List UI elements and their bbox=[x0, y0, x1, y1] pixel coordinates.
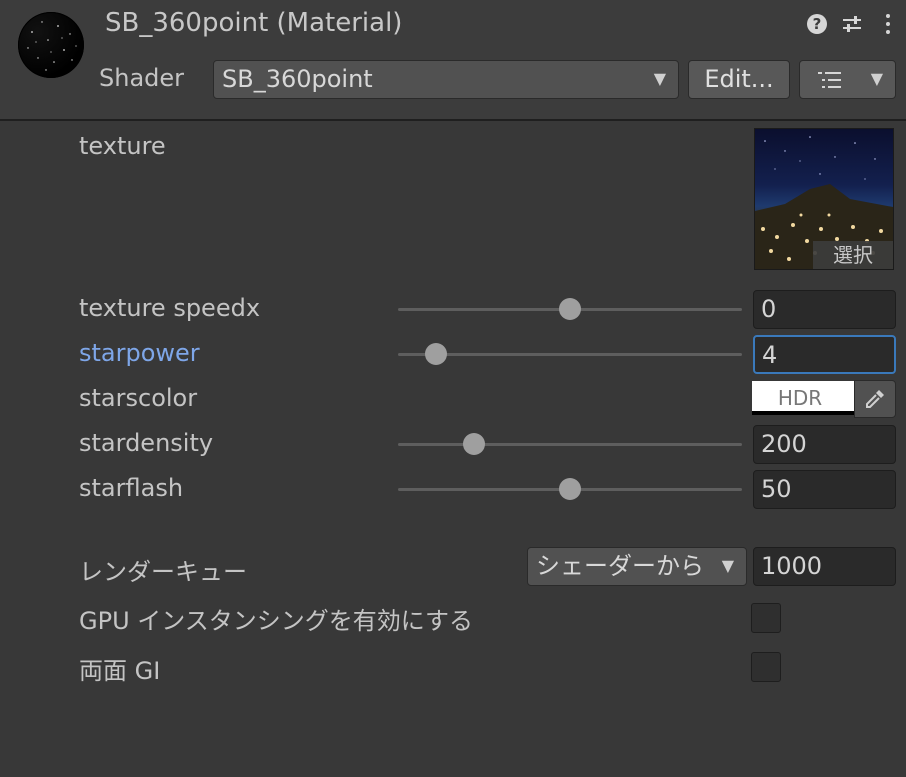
starpower-field[interactable]: 4 bbox=[753, 335, 896, 374]
double-sided-gi-label: 両面 GI bbox=[79, 657, 161, 685]
help-icon[interactable]: ? bbox=[805, 12, 829, 36]
texture-select-button[interactable]: 選択 bbox=[813, 241, 893, 269]
eyedropper-button[interactable] bbox=[854, 380, 896, 418]
double-sided-gi-checkbox[interactable] bbox=[751, 652, 781, 682]
starflash-slider-thumb[interactable] bbox=[559, 478, 581, 500]
stardensity-field[interactable]: 200 bbox=[753, 425, 896, 464]
render-queue-field[interactable]: 1000 bbox=[753, 547, 896, 586]
shader-label: Shader bbox=[99, 64, 185, 92]
shader-dropdown-value: SB_360point bbox=[222, 65, 373, 93]
texture-label: texture bbox=[79, 132, 166, 160]
list-icon bbox=[818, 72, 841, 88]
preset-icon[interactable] bbox=[840, 12, 864, 36]
stardensity-slider-thumb[interactable] bbox=[462, 433, 485, 455]
texture-speedx-field[interactable]: 0 bbox=[753, 290, 896, 329]
hdr-label: HDR bbox=[777, 386, 823, 410]
render-queue-label: レンダーキュー bbox=[79, 558, 247, 586]
material-preview-sphere bbox=[18, 12, 84, 78]
starflash-label: starflash bbox=[79, 474, 184, 502]
edit-shader-button[interactable]: Edit... bbox=[688, 60, 790, 99]
kebab-menu-icon[interactable] bbox=[876, 12, 900, 36]
chevron-down-icon: ▼ bbox=[870, 69, 883, 88]
gpu-instancing-checkbox[interactable] bbox=[751, 603, 781, 633]
chevron-down-icon: ▼ bbox=[721, 556, 734, 575]
texture-thumbnail[interactable]: 選択 bbox=[754, 128, 894, 270]
stardensity-slider-track[interactable] bbox=[398, 433, 742, 455]
material-title: SB_360point (Material) bbox=[105, 8, 403, 38]
chevron-down-icon: ▼ bbox=[653, 69, 666, 88]
shader-dropdown[interactable]: SB_360point ▼ bbox=[213, 60, 679, 99]
render-queue-dropdown[interactable]: シェーダーから ▼ bbox=[527, 547, 747, 586]
texture-speedx-label: texture speedx bbox=[79, 294, 261, 322]
texture-speedx-slider-track[interactable] bbox=[398, 298, 742, 320]
stardensity-label: stardensity bbox=[79, 429, 214, 457]
starpower-label: starpower bbox=[79, 339, 200, 367]
eyedropper-icon bbox=[866, 390, 884, 408]
svg-text:?: ? bbox=[813, 15, 822, 33]
render-queue-dropdown-value: シェーダーから bbox=[536, 552, 704, 580]
shader-options-button[interactable]: ▼ bbox=[799, 60, 896, 99]
starpower-slider-thumb[interactable] bbox=[424, 343, 447, 365]
starflash-field[interactable]: 50 bbox=[753, 470, 896, 509]
gpu-instancing-label: GPU インスタンシングを有効にする bbox=[79, 607, 474, 635]
starpower-slider-track[interactable] bbox=[398, 343, 742, 365]
starflash-slider-track[interactable] bbox=[398, 478, 742, 500]
texture-speedx-slider-thumb[interactable] bbox=[559, 298, 581, 320]
starscolor-label: starscolor bbox=[79, 384, 198, 412]
